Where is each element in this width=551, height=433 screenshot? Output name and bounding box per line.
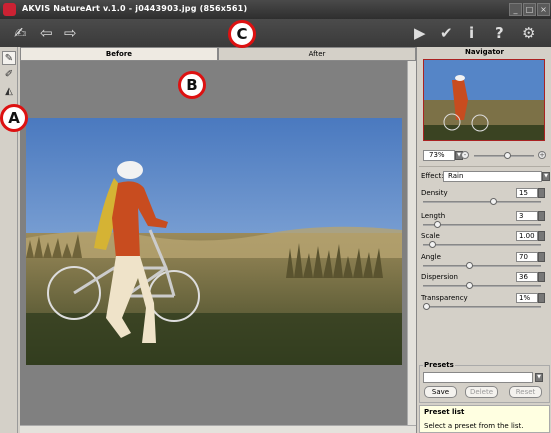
- tab-after[interactable]: After: [218, 47, 416, 61]
- param-slider-knob-dispersion[interactable]: [465, 282, 473, 289]
- info-icon[interactable]: i: [469, 25, 474, 41]
- param-slider-knob-length[interactable]: [434, 221, 442, 228]
- param-stepper-length[interactable]: [538, 211, 545, 221]
- horizontal-scrollbar[interactable]: [20, 425, 416, 433]
- param-stepper-density[interactable]: [538, 188, 545, 198]
- param-field-density[interactable]: 15: [516, 188, 538, 198]
- param-field-dispersion[interactable]: 36: [516, 272, 538, 282]
- param-label-angle: Angle: [421, 253, 441, 261]
- title-bar: AKVIS NatureArt v.1.0 - j0443903.jpg (85…: [0, 0, 551, 19]
- panel-separator: [419, 166, 550, 167]
- navigator-title: Navigator: [465, 48, 504, 56]
- callout-marker-c: C: [228, 20, 256, 48]
- param-field-scale[interactable]: 1.00: [516, 231, 538, 241]
- param-slider-knob-density[interactable]: [490, 198, 498, 205]
- effect-label: Effect:: [421, 172, 444, 180]
- param-slider-track-transparency[interactable]: [423, 306, 541, 308]
- minimize-button[interactable]: _: [509, 3, 522, 16]
- preset-select[interactable]: [423, 372, 533, 383]
- param-slider-track-angle[interactable]: [423, 265, 541, 267]
- param-field-angle[interactable]: 70: [516, 252, 538, 262]
- param-slider-knob-transparency[interactable]: [423, 303, 430, 310]
- param-slider-track-dispersion[interactable]: [423, 285, 541, 287]
- param-slider-track-scale[interactable]: [423, 244, 541, 246]
- param-slider-knob-angle[interactable]: [465, 262, 473, 269]
- redo-arrow-icon[interactable]: ⇨: [64, 25, 77, 41]
- zoom-in-icon[interactable]: +: [538, 151, 546, 159]
- preset-dropdown-icon[interactable]: ▼: [535, 373, 543, 382]
- play-icon[interactable]: ▶: [414, 25, 426, 41]
- presets-title: Presets: [423, 361, 455, 369]
- navigator-thumbnail[interactable]: [423, 59, 545, 141]
- zoom-slider-knob[interactable]: [503, 152, 511, 159]
- info-heading: Preset list: [424, 408, 465, 416]
- param-stepper-scale[interactable]: [538, 231, 545, 241]
- help-icon[interactable]: ?: [495, 25, 504, 41]
- param-stepper-dispersion[interactable]: [538, 272, 545, 282]
- param-stepper-transparency[interactable]: [538, 293, 545, 303]
- pencil-tool-icon[interactable]: ✎: [2, 51, 16, 65]
- photo-image: [26, 118, 402, 365]
- window-title: AKVIS NatureArt v.1.0 - j0443903.jpg (85…: [22, 4, 248, 13]
- settings-panel: Navigator 73% ▼ - + Effect: Rain ▼ Densi…: [416, 47, 551, 433]
- vertical-scrollbar[interactable]: [407, 61, 416, 427]
- effect-dropdown-icon[interactable]: ▼: [542, 172, 550, 181]
- checkmark-icon[interactable]: ✔: [440, 25, 453, 41]
- delete-preset-button[interactable]: Delete: [465, 386, 498, 398]
- param-slider-knob-scale[interactable]: [428, 241, 436, 248]
- eraser-tool-icon[interactable]: ✐: [2, 68, 16, 82]
- param-slider-track-density[interactable]: [423, 201, 541, 203]
- callout-marker-a: A: [0, 104, 28, 132]
- param-label-transparency: Transparency: [421, 294, 468, 302]
- save-preset-button[interactable]: Save: [424, 386, 457, 398]
- info-text: Select a preset from the list.: [424, 422, 524, 430]
- callout-marker-b: B: [178, 71, 206, 99]
- view-tabs: Before After: [20, 47, 416, 61]
- photo-preview: [26, 118, 402, 365]
- maximize-button[interactable]: □: [523, 3, 536, 16]
- help-info-box: Preset list Select a preset from the lis…: [419, 405, 550, 433]
- param-label-dispersion: Dispersion: [421, 273, 458, 281]
- param-field-length[interactable]: 3: [516, 211, 538, 221]
- param-field-transparency[interactable]: 1%: [516, 293, 538, 303]
- param-label-length: Length: [421, 212, 446, 220]
- effect-select[interactable]: Rain: [443, 171, 542, 182]
- main-toolbar: ✍ ⇦ ⇨ ▶ ✔ i ? ⚙: [0, 19, 551, 47]
- app-logo-icon: [3, 3, 16, 16]
- undo-arrow-icon[interactable]: ⇦: [40, 25, 53, 41]
- param-stepper-angle[interactable]: [538, 252, 545, 262]
- close-button[interactable]: ×: [537, 3, 550, 16]
- gear-icon[interactable]: ⚙: [522, 25, 535, 41]
- param-label-scale: Scale: [421, 232, 440, 240]
- navigator-preview-image: [424, 60, 544, 140]
- brush-icon[interactable]: ✍: [14, 25, 27, 41]
- reset-preset-button[interactable]: Reset: [509, 386, 542, 398]
- zoom-out-icon[interactable]: -: [461, 151, 469, 159]
- zoom-select[interactable]: 73%: [423, 150, 455, 161]
- tab-before[interactable]: Before: [20, 47, 218, 61]
- bucket-tool-icon[interactable]: ◭: [2, 85, 16, 99]
- param-label-density: Density: [421, 189, 448, 197]
